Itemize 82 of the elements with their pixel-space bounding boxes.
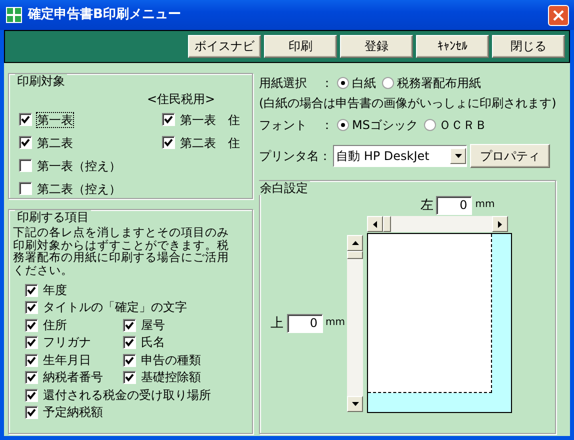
radio-button[interactable]: [337, 118, 349, 131]
toolbar-button[interactable]: ボイスナビ: [188, 35, 261, 58]
field-label: 用紙選択: [259, 76, 308, 90]
checkbox-label: 還付される税金の受け取り場所: [43, 388, 211, 402]
checkbox-label: 住所: [43, 318, 67, 332]
checkbox[interactable]: [25, 406, 38, 420]
scrollbar-thumb[interactable]: [383, 216, 391, 232]
checkbox-label: 屋号: [141, 318, 165, 332]
checkbox-label: 第二表（控え）: [37, 182, 121, 196]
checkbox[interactable]: [19, 136, 32, 150]
down-arrow-icon: [352, 402, 358, 406]
checkbox-label: 予定納税額: [43, 405, 103, 420]
scroll-down-button[interactable]: [347, 396, 363, 412]
checkbox-label: タイトルの「確定」の文字: [43, 300, 187, 315]
checkbox[interactable]: [25, 354, 38, 367]
field-label: プリンタ名：: [259, 148, 331, 164]
checkbox-label: 第二表 住: [180, 136, 240, 150]
note-text: (白紙の場合は申告書の画像がいっしょに印刷されます): [259, 95, 558, 112]
checkbox[interactable]: [123, 318, 136, 332]
left-arrow-icon: [373, 220, 377, 228]
checkbox[interactable]: [162, 113, 175, 126]
scroll-up-button[interactable]: [347, 235, 363, 252]
checkbox[interactable]: [25, 336, 38, 350]
checkbox-label: 第一表 住: [180, 112, 240, 128]
radio-label: ＯＣＲＢ: [438, 118, 487, 132]
checkbox-label: 生年月日: [43, 352, 91, 368]
group-title: 余白設定: [258, 181, 310, 196]
radio-label: 税務署配布用紙: [397, 76, 481, 90]
close-button[interactable]: [548, 4, 569, 26]
radio-label: 白紙: [352, 76, 376, 90]
radio-button[interactable]: [382, 76, 394, 89]
checkbox-label: フリガナ: [43, 335, 91, 350]
checkbox[interactable]: [123, 371, 136, 384]
field-label: 上: [270, 316, 284, 332]
checkbox[interactable]: [123, 354, 136, 367]
checkbox-label: 氏名: [141, 335, 165, 350]
margin-input[interactable]: 0: [436, 196, 472, 215]
checkbox[interactable]: [25, 301, 38, 314]
separator-text: ：: [321, 76, 333, 90]
separator-text: ：: [321, 118, 333, 132]
margin-input[interactable]: 0: [286, 314, 323, 333]
radio-button[interactable]: [424, 118, 436, 131]
toolbar-button[interactable]: ｷｬﾝｾﾙ: [416, 35, 489, 58]
field-label: フォント: [259, 118, 308, 132]
checkbox[interactable]: [19, 182, 32, 196]
checkbox[interactable]: [123, 336, 136, 350]
right-arrow-icon: [498, 220, 502, 228]
window-title: 確定申告書B印刷メニュー: [28, 7, 182, 23]
scrollbar-thumb[interactable]: [347, 251, 363, 260]
unit-label: mm: [475, 199, 495, 212]
section-heading: <住民税用>: [147, 92, 216, 106]
group-title: 印刷する項目: [15, 210, 91, 224]
app-icon: [6, 7, 22, 23]
checkbox-label: 基礎控除額: [141, 370, 201, 385]
printer-dropdown[interactable]: 自動 HP DeskJet: [333, 145, 467, 167]
checkbox[interactable]: [162, 136, 175, 150]
scroll-left-button[interactable]: [367, 216, 383, 232]
checkbox[interactable]: [25, 388, 38, 402]
checkbox-label: 年度: [43, 282, 67, 298]
checkbox[interactable]: [19, 113, 32, 126]
properties-button[interactable]: プロパティ: [470, 144, 550, 168]
checkbox[interactable]: [19, 159, 32, 172]
checkbox-label: 申告の種類: [141, 352, 201, 368]
close-icon: [553, 10, 564, 20]
field-label: 左: [420, 198, 434, 214]
checkbox[interactable]: [25, 371, 38, 384]
toolbar-button[interactable]: 登録: [340, 35, 413, 58]
toolbar-button[interactable]: 閉じる: [492, 35, 565, 58]
unit-label: mm: [326, 317, 345, 330]
scroll-right-button[interactable]: [492, 216, 508, 232]
checkbox-label: 第二表: [37, 136, 73, 150]
checkbox[interactable]: [25, 318, 38, 332]
group-title: 印刷対象: [15, 74, 67, 88]
checkbox-label: 納税者番号: [43, 370, 103, 385]
checkbox[interactable]: [25, 284, 38, 297]
radio-label: MSゴシック: [352, 118, 418, 132]
description-text: 下記の各レ点を消しますとその項目のみ印刷対象からはずすことができます。税務署配布の用紙に印刷する場合にご活用ください。: [13, 226, 230, 276]
checkbox-label: 第一表: [37, 112, 73, 128]
up-arrow-icon: [352, 241, 358, 246]
checkbox-label: 第一表（控え）: [37, 158, 121, 174]
radio-button[interactable]: [337, 76, 349, 89]
toolbar-button[interactable]: 印刷: [264, 35, 337, 58]
